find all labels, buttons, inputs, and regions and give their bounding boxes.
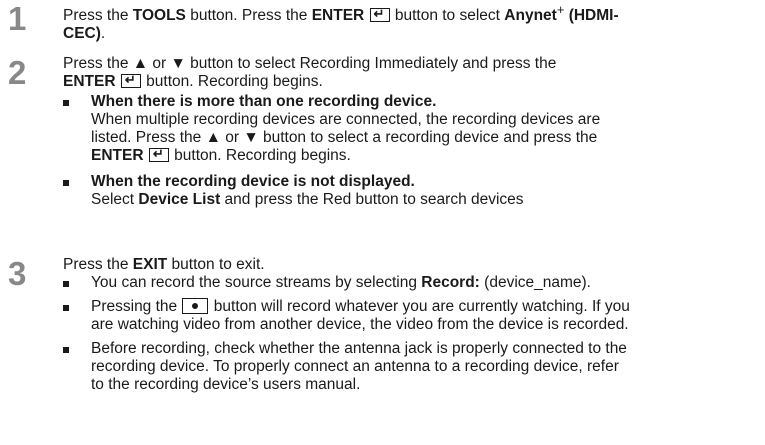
text-line: Press the EXIT button to exit.: [63, 256, 763, 274]
record-label: Record:: [421, 274, 480, 291]
text-line: are watching video from another device, …: [91, 316, 629, 333]
text-line: Press the TOOLS button. Press the ENTER …: [63, 1, 763, 25]
step-text: Press the ▲ or ▼ button to select Record…: [63, 55, 763, 209]
bullet-icon: [63, 305, 69, 311]
text: (device_name).: [479, 274, 591, 291]
text: Pressing the: [91, 298, 182, 315]
list-item: You can record the source streams by sel…: [63, 274, 763, 292]
text: Select: [91, 191, 139, 208]
bullet-text: You can record the source streams by sel…: [91, 274, 763, 292]
text-line: recording device. To properly connect an…: [91, 358, 619, 375]
step-number: 1: [8, 0, 27, 37]
text-line: When multiple recording devices are conn…: [91, 111, 601, 128]
text: and press the Red button to search devic…: [220, 191, 524, 208]
text: button to select: [390, 7, 505, 25]
text-line: listed. Press the ▲ or ▼ button to selec…: [91, 129, 598, 146]
text-line: Select Device List and press the Red but…: [91, 191, 763, 209]
bullet-text: Pressing the button will record whatever…: [91, 298, 763, 334]
text: button will record whatever you are curr…: [209, 298, 630, 315]
cec-label: CEC): [63, 25, 101, 43]
bullet-title: When there is more than one recording de…: [91, 93, 437, 110]
enter-icon: [120, 71, 141, 89]
enter-icon: [148, 145, 169, 163]
list-item: When the recording device is not display…: [63, 173, 763, 209]
text: Press the: [63, 7, 133, 25]
bullet-text: When the recording device is not display…: [91, 173, 763, 209]
anynet-label: Anynet: [504, 7, 557, 25]
step-text: Press the TOOLS button. Press the ENTER …: [63, 1, 763, 43]
enter-icon: [369, 5, 390, 23]
text: button. Press the: [185, 7, 312, 25]
text-line: Press the ▲ or ▼ button to select Record…: [63, 55, 557, 72]
bullet-text: Before recording, check whether the ante…: [91, 340, 763, 394]
enter-label: ENTER: [311, 7, 365, 25]
list-item: Pressing the button will record whatever…: [63, 298, 763, 334]
bullet-icon: [63, 281, 69, 287]
exit-label: EXIT: [132, 256, 168, 273]
step-text: Press the EXIT button to exit. You can r…: [63, 256, 763, 394]
list-item: Before recording, check whether the ante…: [63, 340, 763, 394]
text-line: Before recording, check whether the ante…: [91, 340, 627, 357]
step-number: 2: [8, 54, 27, 91]
text-line: to the recording device’s users manual.: [91, 376, 361, 393]
text: button. Recording begins.: [141, 73, 323, 90]
bullet-icon: [63, 180, 69, 186]
text: Press the: [63, 256, 133, 273]
text: You can record the source streams by sel…: [91, 274, 422, 291]
list-item: When there is more than one recording de…: [63, 93, 763, 165]
tools-label: TOOLS: [132, 7, 186, 25]
hdmi-label: (HDMI-: [564, 7, 619, 25]
device-list-label: Device List: [138, 191, 221, 208]
text: .: [100, 25, 106, 43]
text: button to exit.: [167, 256, 265, 273]
bullet-icon: [63, 100, 69, 106]
text-line: Pressing the button will record whatever…: [91, 298, 763, 316]
record-button-icon: [182, 298, 209, 314]
enter-label: ENTER: [91, 147, 144, 164]
enter-label: ENTER: [63, 73, 116, 90]
text-line: CEC).: [63, 25, 763, 43]
text: button. Recording begins.: [169, 147, 351, 164]
bullet-text: When there is more than one recording de…: [91, 93, 763, 165]
bullet-icon: [63, 347, 69, 353]
step-number: 3: [8, 255, 27, 292]
bullet-title: When the recording device is not display…: [91, 173, 415, 190]
text-line: ENTER button. Recording begins.: [63, 71, 763, 91]
text-line: ENTER button. Recording begins.: [91, 145, 763, 165]
